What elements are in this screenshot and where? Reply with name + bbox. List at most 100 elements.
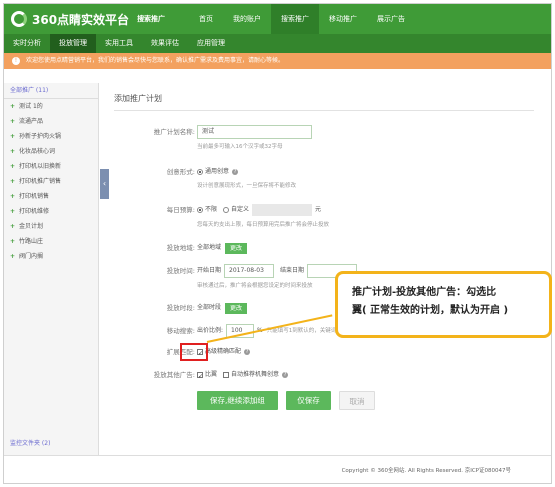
period-label: 投放时段: [166, 304, 195, 312]
budget-unit: 元 [315, 206, 322, 213]
save-button[interactable]: 仅保存 [286, 391, 331, 410]
save-continue-button[interactable]: 保存,继续添加组 [197, 391, 278, 410]
alert-icon: ! [12, 57, 20, 65]
logo-text: 360点睛实效平台 [32, 12, 130, 27]
topnav-display-ads[interactable]: 展示广告 [367, 4, 415, 34]
main-panel: 添加推广计划 推广计划名称: 测试 当前最多可输入16个汉字或32字母 创意形式… [105, 83, 551, 455]
auto-recommend-checkbox[interactable] [223, 372, 230, 378]
sidebar-item[interactable]: + 打印机维修 [4, 204, 98, 219]
plan-name-row: 推广计划名称: 测试 [105, 125, 551, 139]
tab-evaluation[interactable]: 效果评估 [142, 34, 188, 53]
notice-banner: ! 欢迎您使用点睛营销平台，我们的销售会尽快与您联系，确认推广需求及费用事宜，请耐… [4, 53, 551, 69]
plus-icon: + [10, 193, 16, 200]
auto-recommend-label: 自动推荐机舞创意 [231, 371, 280, 378]
budget-label: 每日预算: [166, 206, 195, 214]
change-region-button[interactable]: 更改 [225, 242, 248, 254]
sidebar-item[interactable]: + 金贝计划 [4, 219, 98, 234]
budget-custom-text: 自定义 [231, 206, 250, 213]
creative-radio[interactable] [197, 169, 203, 175]
sidebar-header[interactable]: 全部推广 (11) [4, 83, 98, 99]
sidebar-item[interactable]: + 阀门内搁 [4, 249, 98, 264]
logo-ring-icon [11, 11, 27, 27]
help-icon[interactable]: ? [244, 349, 251, 355]
callout-line-1: 推广计划-投放其他广告：勾选比 [352, 287, 497, 298]
sidebar-item[interactable]: + 打印机销售 [4, 189, 98, 204]
plus-icon: + [10, 223, 16, 230]
plus-icon: + [10, 163, 16, 170]
tab-apps[interactable]: 应用管理 [188, 34, 234, 53]
budget-unlimited-text: 不限 [205, 206, 218, 213]
top-nav: 首页 我的账户 搜索推广 移动推广 展示广告 [189, 4, 415, 34]
plus-icon: + [10, 133, 16, 140]
callout-line-2: 翼( 正常生效的计划，默认为开启 ) [352, 305, 509, 316]
end-date-label: 结束日期 [280, 267, 305, 274]
time-hint: 审核通过后，推广将会根据您设定的时间来投放 [197, 283, 313, 289]
plus-icon: + [10, 238, 16, 245]
help-icon[interactable]: ? [282, 372, 289, 378]
app-window: 360点睛实效平台 搜索推广 首页 我的账户 搜索推广 移动推广 展示广告 实时… [3, 3, 552, 484]
plus-icon: + [10, 103, 16, 110]
logo[interactable]: 360点睛实效平台 搜索推广 [11, 10, 165, 28]
plus-icon: + [10, 208, 16, 215]
top-bar: 360点睛实效平台 搜索推广 首页 我的账户 搜索推广 移动推广 展示广告 [4, 4, 551, 34]
tab-realtime[interactable]: 实时分析 [4, 34, 50, 53]
sidebar-item[interactable]: + 打印机以旧换新 [4, 159, 98, 174]
sidebar-item[interactable]: + 测试 1的 [4, 99, 98, 114]
topnav-account[interactable]: 我的账户 [223, 4, 271, 34]
time-label: 投放时间: [166, 267, 195, 275]
notice-text: 欢迎您使用点睛营销平台，我们的销售会尽快与您联系，确认推广需求及费用事宜，请耐心… [26, 57, 285, 64]
budget-custom-radio[interactable] [223, 207, 230, 213]
sub-nav: 实时分析 投放管理 实用工具 效果评估 应用管理 [4, 34, 551, 53]
plan-name-label: 推广计划名称: [153, 128, 195, 136]
page-title: 添加推广计划 [114, 94, 162, 103]
callout-box: 推广计划-投放其他广告：勾选比 翼( 正常生效的计划，默认为开启 ) [335, 271, 552, 338]
creative-row: 创意形式: 通用创意? [105, 165, 551, 179]
region-value: 全部地域 [197, 244, 222, 251]
sidebar-item[interactable]: + 竹路山庄 [4, 234, 98, 249]
help-icon[interactable]: ? [232, 169, 239, 175]
start-date-label: 开始日期 [197, 267, 222, 274]
expand-row: 扩展匹配: 高级精确匹配? [105, 345, 551, 361]
monitor-folder-link[interactable]: 监控文件夹 (2) [10, 438, 50, 447]
change-period-button[interactable]: 更改 [225, 302, 248, 314]
plus-icon: + [10, 178, 16, 185]
highlight-box [180, 343, 208, 361]
plan-name-input[interactable]: 测试 [197, 125, 312, 139]
sidebar: 全部推广 (11) + 测试 1的 + 流通产品 + 孙新子护肉火锅 + 化妆品核心词 … [4, 83, 99, 455]
sidebar-item[interactable]: + 化妆品核心词 [4, 144, 98, 159]
sidebar-item[interactable]: + 孙新子护肉火锅 [4, 129, 98, 144]
sidebar-item[interactable]: + 打印机推广销售 [4, 174, 98, 189]
creative-value: 通用创意 [205, 168, 230, 175]
start-date-input[interactable]: 2017-08-03 [224, 264, 275, 278]
period-value: 全部时段 [197, 304, 222, 311]
region-label: 投放地域: [166, 244, 195, 252]
sidebar-item[interactable]: + 流通产品 [4, 114, 98, 129]
action-buttons: 保存,继续添加组 仅保存 取消 [105, 391, 551, 410]
ratio-label: 出价比例: [197, 327, 224, 334]
expand-value: 高级精确匹配 [205, 348, 242, 355]
copyright-text: Copyright © 360全网站. All Rights Reserved.… [341, 468, 511, 474]
footer: Copyright © 360全网站. All Rights Reserved.… [4, 455, 551, 483]
tab-delivery-management[interactable]: 投放管理 [50, 34, 96, 53]
budget-row: 每日预算: 不限 自定义 元 [105, 203, 551, 217]
creative-label: 创意形式: [166, 168, 195, 176]
mobile-label: 移动搜索: [166, 327, 195, 335]
plus-icon: + [10, 118, 16, 125]
tab-tools[interactable]: 实用工具 [96, 34, 142, 53]
budget-hint: 您每天的支出上限，每日预算用完后推广将会停止投放 [197, 222, 330, 228]
biyi-checkbox[interactable] [197, 370, 203, 384]
product-name: 搜索推广 [137, 15, 166, 23]
plus-icon: + [10, 148, 16, 155]
other-ads-label: 投放其他广告: [153, 371, 195, 379]
plus-icon: + [10, 253, 16, 260]
other-ads-row: 投放其他广告: 比翼 自动推荐机舞创意? [105, 368, 551, 384]
topnav-home[interactable]: 首页 [189, 4, 223, 34]
region-row: 投放地域: 全部地域 更改 [105, 241, 551, 255]
topnav-search-promo[interactable]: 搜索推广 [271, 4, 319, 34]
topnav-mobile-promo[interactable]: 移动推广 [319, 4, 367, 34]
budget-unlimited-radio[interactable] [197, 207, 203, 213]
plan-name-hint: 当前最多可输入16个汉字或32字母 [197, 144, 283, 150]
cancel-button[interactable]: 取消 [339, 391, 375, 410]
budget-input[interactable] [252, 204, 313, 216]
creative-hint: 设计创意展现形式，一旦保存将不能修改 [197, 183, 297, 189]
